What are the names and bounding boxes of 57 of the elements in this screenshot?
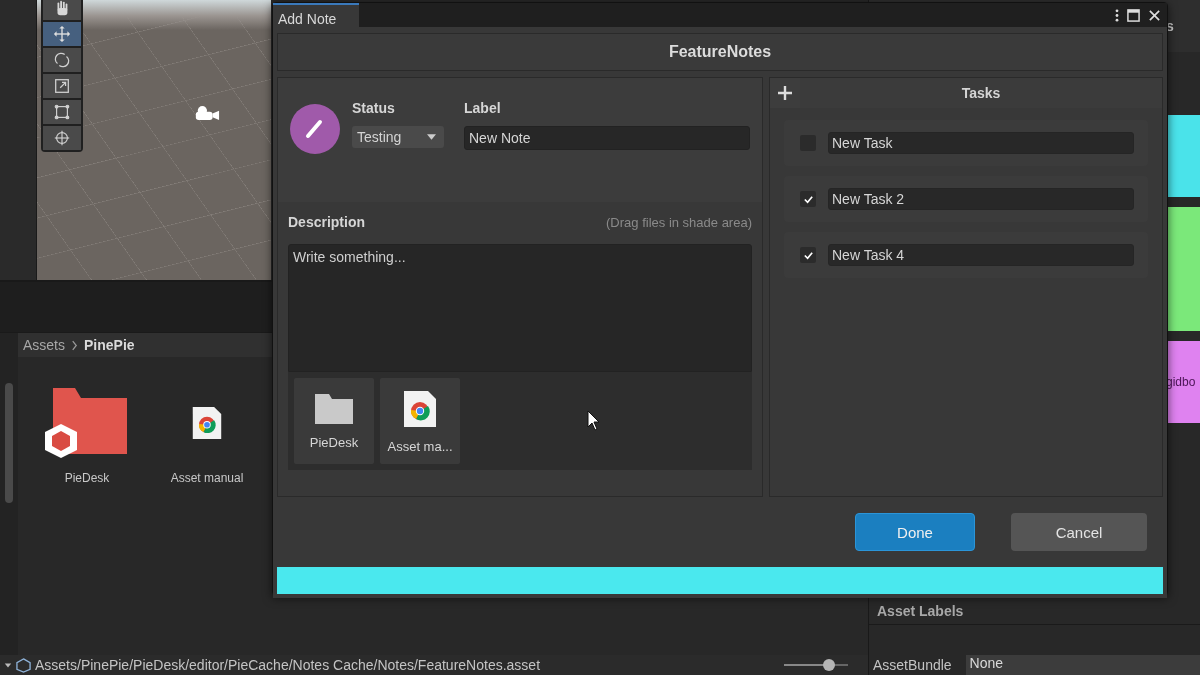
breadcrumb-item[interactable]: Assets	[23, 337, 65, 353]
move-tool-icon	[53, 25, 71, 43]
rect-tool-icon	[53, 103, 71, 121]
note-title: FeatureNotes	[668, 43, 772, 61]
chevron-right-icon	[71, 339, 78, 351]
label-input-field[interactable]: New Note	[464, 126, 750, 150]
folder-icon	[314, 392, 354, 425]
asset-item[interactable]: PieDesk	[42, 387, 132, 485]
section-title: Asset Labels	[877, 603, 964, 619]
tool-button[interactable]	[43, 22, 81, 46]
scrollbar-thumb[interactable]	[5, 383, 13, 503]
field-label: AssetBundle	[873, 657, 952, 673]
note-icon[interactable]	[290, 104, 340, 154]
field-label: Label	[464, 100, 502, 116]
field-label: Description	[288, 214, 365, 230]
task-checkbox[interactable]	[800, 191, 816, 207]
description-field[interactable]: Write something...	[288, 244, 752, 372]
task-input-field[interactable]: New Task 4	[828, 244, 1134, 266]
maximize-icon[interactable]	[1127, 8, 1140, 22]
web-file-icon	[191, 404, 223, 442]
camera-icon	[194, 105, 220, 122]
asset-file-icon	[16, 657, 31, 673]
breadcrumb-item[interactable]: PinePie	[84, 337, 135, 353]
tasks-title: Tasks	[960, 85, 1002, 101]
asset-item[interactable]: Asset manual	[162, 387, 252, 485]
scroll-down-icon[interactable]	[4, 661, 12, 669]
status-dropdown[interactable]: Testing	[352, 126, 444, 148]
asset-bundle-dropdown[interactable]: None	[965, 655, 1200, 675]
task-checkbox[interactable]	[800, 247, 816, 263]
asset-path: Assets/PinePie/PieDesk/editor/PieCache/Notes Cache/Notes/FeatureNotes.asset	[35, 657, 542, 673]
transform-tool-icon	[53, 129, 71, 147]
tool-button[interactable]	[43, 100, 81, 124]
window-tab[interactable]: Add Note	[273, 3, 359, 27]
scale-tool-icon	[53, 77, 71, 95]
done-button[interactable]: Done	[855, 513, 975, 551]
attachment-tile[interactable]: PieDesk	[294, 378, 374, 464]
tool-button[interactable]	[43, 126, 81, 150]
checkmark-icon	[802, 249, 814, 261]
checkmark-icon	[802, 193, 814, 205]
task-input-field[interactable]: New Task 2	[828, 188, 1134, 210]
task-input-field[interactable]: New Task	[828, 132, 1134, 154]
field-label: Status	[352, 100, 396, 116]
tool-button[interactable]	[43, 48, 81, 72]
web-file-icon	[402, 388, 438, 429]
folder-icon	[45, 388, 129, 458]
tool-button[interactable]	[43, 0, 81, 20]
attachment-tile[interactable]: Asset ma...	[380, 378, 460, 464]
rotate-tool-icon	[53, 51, 71, 69]
tool-button[interactable]	[43, 74, 81, 98]
more-options-icon[interactable]	[1115, 8, 1119, 22]
drag-hint: (Drag files in shade area)	[606, 214, 752, 230]
cancel-button[interactable]: Cancel	[1011, 513, 1147, 551]
mouse-cursor-icon	[587, 410, 601, 432]
drop-area[interactable]: PieDesk Asset ma...	[288, 372, 752, 470]
plus-icon	[777, 85, 793, 101]
dropdown-caret-icon	[427, 134, 436, 140]
close-icon[interactable]	[1148, 8, 1161, 22]
